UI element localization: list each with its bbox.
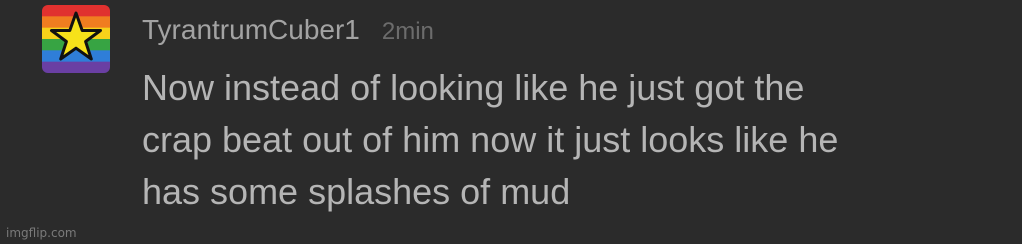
comment-line: has some splashes of mud <box>142 171 571 212</box>
comment-line: crap beat out of him now it just looks l… <box>142 119 839 160</box>
watermark: imgflip.com <box>6 226 77 240</box>
avatar-stripe <box>42 50 110 63</box>
comment-body: Now instead of looking like he just got … <box>142 62 1002 218</box>
comment-line: Now instead of looking like he just got … <box>142 67 805 108</box>
avatar-stripe <box>42 61 110 73</box>
comment-header: TyrantrumCuber1 2min <box>142 14 434 54</box>
rainbow-star-icon <box>42 5 110 73</box>
avatar[interactable] <box>42 5 110 73</box>
username[interactable]: TyrantrumCuber1 <box>142 14 360 46</box>
timestamp: 2min <box>381 18 434 45</box>
comment: TyrantrumCuber1 2min Now instead of look… <box>0 0 1022 244</box>
